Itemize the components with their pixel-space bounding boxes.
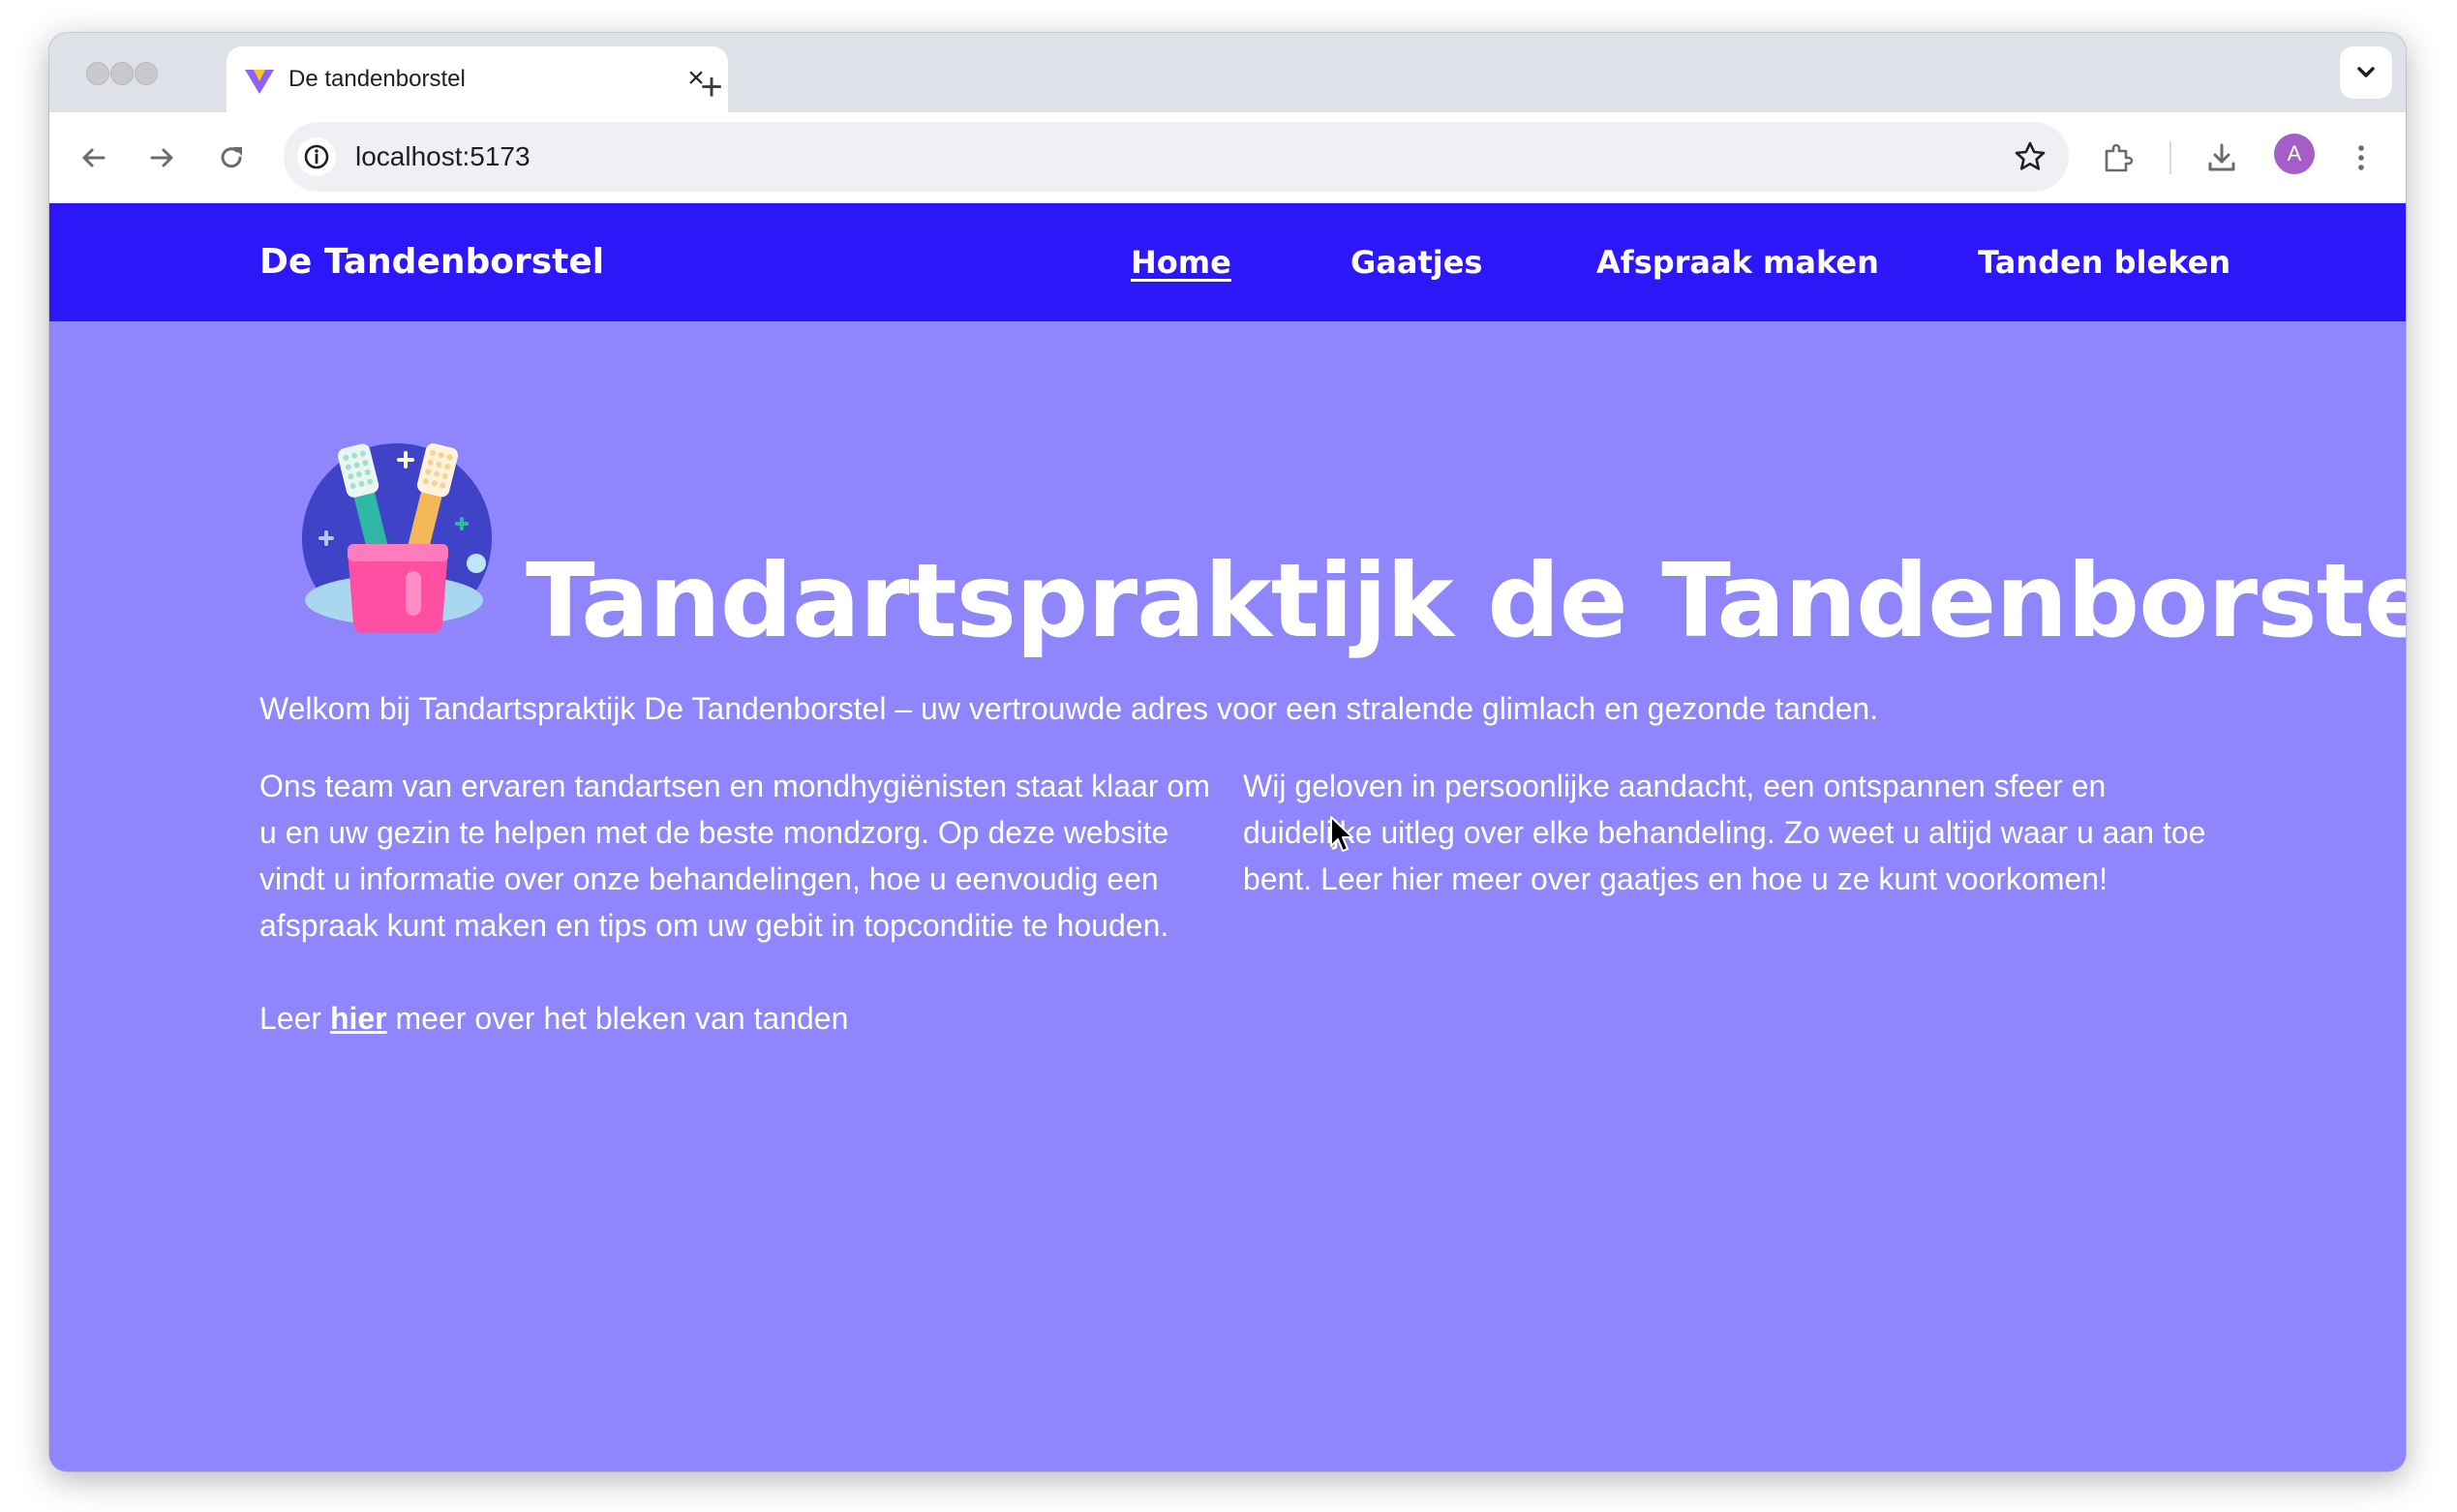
- nav-link-afspraak-maken[interactable]: Afspraak maken: [1596, 244, 1879, 281]
- browser-tab-active[interactable]: De tandenborstel ×: [227, 46, 728, 112]
- team-paragraph: Ons team van ervaren tandartsen en mondh…: [259, 769, 1210, 943]
- reload-icon[interactable]: [212, 138, 251, 177]
- toolbar-divider: [2169, 141, 2171, 174]
- care-paragraph: Wij geloven in persoonlijke aandacht, ee…: [1243, 769, 2206, 896]
- whitening-paragraph: Leer hier meer over het bleken van tande…: [259, 995, 848, 1042]
- url-text: localhost:5173: [355, 141, 531, 171]
- vite-favicon-icon: [245, 70, 274, 94]
- minimize-window-button[interactable]: [110, 62, 134, 85]
- chevron-down-icon: [2357, 67, 2375, 77]
- browser-toolbar: localhost:5173 A: [49, 112, 2406, 203]
- nav-link-tanden-bleken[interactable]: Tanden bleken: [1978, 244, 2230, 281]
- nav-link-gaatjes[interactable]: Gaatjes: [1350, 244, 1482, 281]
- mouse-cursor-icon: [1330, 816, 1353, 852]
- new-tab-button[interactable]: +: [692, 68, 731, 106]
- address-bar[interactable]: localhost:5173: [284, 122, 2069, 192]
- bookmark-star-icon[interactable]: [2011, 137, 2049, 176]
- close-window-button[interactable]: [86, 62, 109, 85]
- forward-arrow-icon[interactable]: [142, 138, 181, 177]
- nav-link-home[interactable]: Home: [1131, 244, 1231, 281]
- whitening-link[interactable]: hier: [330, 1001, 387, 1036]
- tab-strip: De tandenborstel × +: [49, 33, 2406, 112]
- site-brand[interactable]: De Tandenborstel: [259, 242, 604, 282]
- tab-search-button[interactable]: [2340, 46, 2392, 99]
- tab-title: De tandenborstel: [288, 66, 466, 92]
- profile-avatar[interactable]: A: [2274, 134, 2315, 174]
- back-arrow-icon[interactable]: [75, 138, 113, 177]
- maximize-window-button[interactable]: [135, 62, 158, 85]
- site-info-icon[interactable]: [297, 137, 336, 176]
- whitening-prefix: Leer: [259, 1001, 330, 1036]
- extensions-icon[interactable]: [2098, 138, 2137, 177]
- web-page: De Tandenborstel Home Gaatjes Afspraak m…: [49, 203, 2406, 1471]
- intro-paragraph: Welkom bij Tandartspraktijk De Tandenbor…: [259, 691, 1879, 726]
- whitening-suffix: meer over het bleken van tanden: [386, 1001, 849, 1036]
- site-navbar: De Tandenborstel Home Gaatjes Afspraak m…: [49, 203, 2406, 321]
- download-icon[interactable]: [2202, 138, 2241, 177]
- page-title: Tandartspraktijk de Tandenborstel: [526, 542, 2406, 661]
- more-vert-icon[interactable]: [2342, 138, 2381, 177]
- browser-window: De tandenborstel × + localhost:5173 A De…: [49, 33, 2406, 1471]
- toothbrush-cup-icon: [302, 443, 492, 633]
